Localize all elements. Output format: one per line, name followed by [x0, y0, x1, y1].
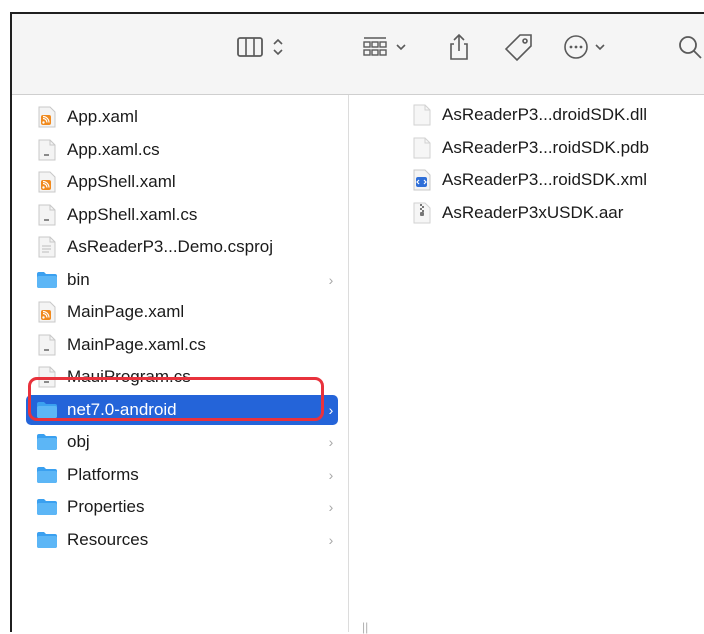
file-item-asreaderp3-demo-csproj[interactable]: AsReaderP3...Demo.csproj — [26, 232, 338, 262]
folder-item-bin[interactable]: bin › — [26, 265, 338, 295]
folder-icon — [36, 529, 58, 551]
item-label: bin — [67, 269, 90, 289]
item-label: AsReaderP3...droidSDK.dll — [442, 105, 648, 124]
item-label: AppShell.xaml.cs — [67, 204, 198, 224]
item-label: App.xaml — [67, 107, 138, 126]
folder-item-resources[interactable]: Resources › — [26, 525, 338, 555]
folder-icon — [36, 496, 58, 518]
column-2[interactable]: AsReaderP3...droidSDK.dll AsReaderP3...ro… — [349, 95, 704, 632]
file-item-app-xaml-cs[interactable]: App.xaml.cs — [26, 135, 338, 165]
item-label: AppShell.xaml — [67, 172, 176, 191]
folder-item-obj[interactable]: obj › — [26, 427, 338, 457]
folder-item-platforms[interactable]: Platforms › — [26, 460, 338, 490]
column-browser: App.xaml App.xaml.cs AppShell.xaml AppShell… — [12, 95, 704, 634]
item-label: Platforms — [67, 464, 139, 484]
file-item-app-xaml[interactable]: App.xaml — [26, 102, 338, 132]
folder-item-properties[interactable]: Properties › — [26, 492, 338, 522]
columns-view-icon — [237, 37, 283, 57]
tag-button[interactable] — [502, 32, 536, 62]
dll-file-icon — [411, 104, 433, 126]
item-label: obj — [67, 432, 90, 451]
file-item-asreaderp3-droidsdk-dll[interactable]: AsReaderP3...droidSDK.dll — [363, 100, 693, 130]
file-item-appshell-xaml[interactable]: AppShell.xaml — [26, 167, 338, 197]
archive-file-icon — [411, 202, 433, 224]
chevron-right-icon: › — [328, 434, 334, 450]
ellipsis-circle-icon — [564, 35, 605, 59]
xml-file-icon — [411, 169, 433, 191]
finder-window: App.xaml App.xaml.cs AppShell.xaml AppShell… — [10, 12, 704, 634]
xml-feed-file-icon — [36, 106, 58, 128]
item-label: Properties — [67, 497, 145, 516]
item-label: MainPage.xaml.cs — [67, 334, 206, 354]
item-label: MainPage.xaml — [67, 302, 185, 321]
folder-icon — [36, 431, 58, 453]
folder-icon — [36, 269, 58, 291]
file-item-asreaderp3-roidsdk-xml[interactable]: AsReaderP3...roidSDK.xml — [363, 165, 693, 195]
share-button[interactable] — [444, 32, 474, 62]
view-columns-button[interactable] — [236, 32, 292, 62]
cs-file-icon — [36, 334, 58, 356]
column-1[interactable]: App.xaml App.xaml.cs AppShell.xaml AppShell… — [12, 95, 349, 632]
file-item-mainpage-xaml-cs[interactable]: MainPage.xaml.cs — [26, 330, 338, 360]
grid-group-icon — [363, 37, 406, 56]
xml-feed-file-icon — [36, 171, 58, 193]
cs-file-icon — [36, 139, 58, 161]
csproj-file-icon — [36, 236, 58, 258]
item-label: Resources — [67, 529, 149, 549]
group-button[interactable] — [361, 32, 413, 62]
chevron-right-icon: › — [328, 466, 334, 483]
item-label: AsReaderP3...roidSDK.xml — [442, 170, 648, 189]
item-label: AsReaderP3...roidSDK.pdb — [442, 137, 649, 157]
more-button[interactable] — [562, 32, 614, 62]
cs-file-icon — [36, 204, 58, 226]
chevron-right-icon: › — [328, 499, 334, 515]
red-highlight-box — [28, 377, 324, 421]
tag-icon — [504, 34, 532, 62]
file-item-asreaderp3-roidsdk-pdb[interactable]: AsReaderP3...roidSDK.pdb — [363, 133, 693, 163]
file-item-mainpage-xaml[interactable]: MainPage.xaml — [26, 297, 338, 327]
item-label: AsReaderP3...Demo.csproj — [67, 237, 273, 256]
toolbar — [12, 14, 704, 95]
search-button[interactable] — [676, 32, 704, 62]
column-resize-handle[interactable]: || — [362, 620, 368, 634]
folder-icon — [36, 464, 58, 486]
chevron-right-icon: › — [328, 531, 334, 548]
chevron-right-icon: › — [328, 271, 334, 288]
search-icon — [679, 36, 702, 59]
pdb-file-icon — [411, 137, 433, 159]
file-item-appshell-xaml-cs[interactable]: AppShell.xaml.cs — [26, 200, 338, 230]
item-label: App.xaml.cs — [67, 139, 160, 159]
xml-feed-file-icon — [36, 301, 58, 323]
file-item-asreaderp3xusdk-aar[interactable]: AsReaderP3xUSDK.aar — [363, 198, 693, 228]
share-icon — [450, 33, 468, 60]
item-label: AsReaderP3xUSDK.aar — [442, 202, 624, 222]
chevron-right-icon: › — [328, 401, 334, 418]
